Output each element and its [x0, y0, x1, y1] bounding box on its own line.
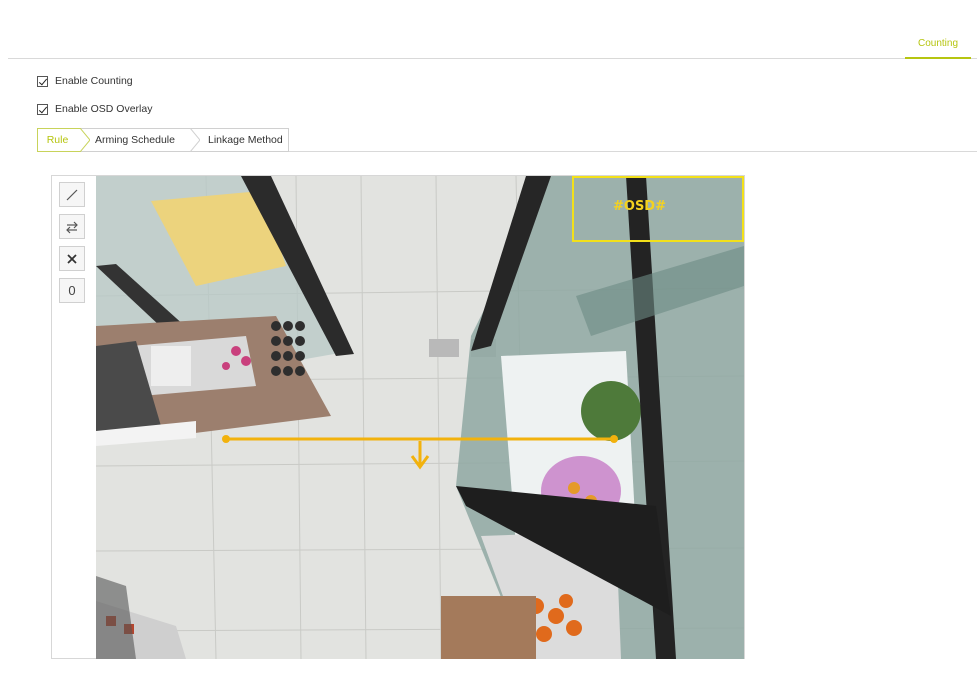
draw-line-icon: [66, 189, 78, 200]
tab-linkage-method[interactable]: Linkage Method: [191, 128, 289, 152]
enable-osd-checkbox[interactable]: [37, 103, 48, 115]
delete-icon: [67, 253, 77, 264]
enable-counting-option[interactable]: Enable Counting: [37, 75, 133, 87]
delete-button[interactable]: [59, 246, 85, 271]
tab-arming-schedule-label: Arming Schedule: [95, 134, 175, 146]
swap-direction-icon: [66, 221, 78, 233]
reset-count-label: 0: [68, 283, 76, 298]
enable-counting-label: Enable Counting: [55, 75, 133, 87]
tab-counting[interactable]: Counting: [905, 38, 971, 59]
draw-line-button[interactable]: [59, 182, 85, 207]
enable-osd-option[interactable]: Enable OSD Overlay: [37, 103, 152, 115]
tab-separator-icon: [80, 128, 90, 152]
drawing-toolbar: 0: [59, 182, 85, 303]
enable-osd-label: Enable OSD Overlay: [55, 103, 153, 115]
tab-separator-icon: [190, 128, 200, 152]
reset-count-button[interactable]: 0: [59, 278, 85, 303]
top-tab-bar: Counting: [8, 0, 977, 59]
camera-image: #OSD#: [96, 176, 744, 659]
tab-linkage-method-label: Linkage Method: [208, 134, 283, 146]
sub-tab-bar: Rule Arming Schedule Linkage Method: [37, 128, 289, 154]
enable-counting-checkbox[interactable]: [37, 75, 48, 87]
osd-text: #OSD#: [613, 199, 666, 214]
tab-rule-label: Rule: [46, 134, 69, 146]
camera-view[interactable]: #OSD#: [96, 176, 744, 659]
tab-arming-schedule[interactable]: Arming Schedule: [81, 128, 200, 152]
tab-rule[interactable]: Rule: [37, 128, 90, 152]
swap-direction-button[interactable]: [59, 214, 85, 239]
